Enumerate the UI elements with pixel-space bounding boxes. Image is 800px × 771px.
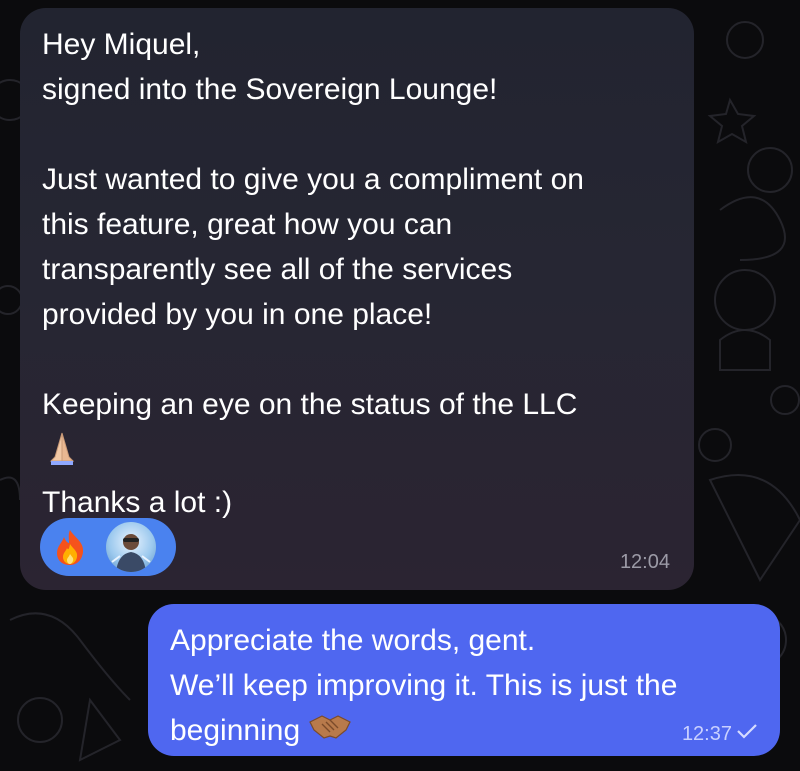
outgoing-line: beginning [170, 714, 301, 747]
outgoing-line: Appreciate the words, gent. [170, 624, 536, 657]
reaction-pill[interactable] [40, 518, 176, 576]
message-timestamp: 12:04 [619, 551, 670, 573]
incoming-message-text: Hey Miquel, signed into the Sovereign Lo… [42, 22, 672, 525]
checkmark-icon [736, 722, 758, 746]
avatar[interactable] [106, 522, 156, 572]
incoming-line: Just wanted to give you a compliment on [42, 163, 584, 196]
outgoing-line: We’ll keep improving it. This is just th… [170, 669, 678, 702]
incoming-line: this feature, great how you can [42, 208, 453, 241]
handshake-icon [308, 710, 352, 755]
incoming-line: signed into the Sovereign Lounge! [42, 73, 498, 106]
incoming-line: provided by you in one place! [42, 298, 433, 331]
incoming-line: Thanks a lot :) [42, 486, 233, 519]
message-timestamp-outgoing: 12:37 [682, 722, 758, 746]
outgoing-time: 12:37 [681, 722, 732, 745]
incoming-message-bubble[interactable]: Hey Miquel, signed into the Sovereign Lo… [20, 8, 694, 590]
incoming-line: transparently see all of the services [42, 253, 513, 286]
fire-icon [50, 527, 90, 567]
outgoing-message-bubble[interactable]: Appreciate the words, gent. We’ll keep i… [148, 604, 780, 756]
incoming-line: Hey Miquel, [42, 28, 201, 61]
incoming-line: Keeping an eye on the status of the LLC [42, 388, 578, 421]
outgoing-message-text: Appreciate the words, gent. We’ll keep i… [170, 618, 758, 755]
praying-hands-icon [42, 427, 82, 480]
